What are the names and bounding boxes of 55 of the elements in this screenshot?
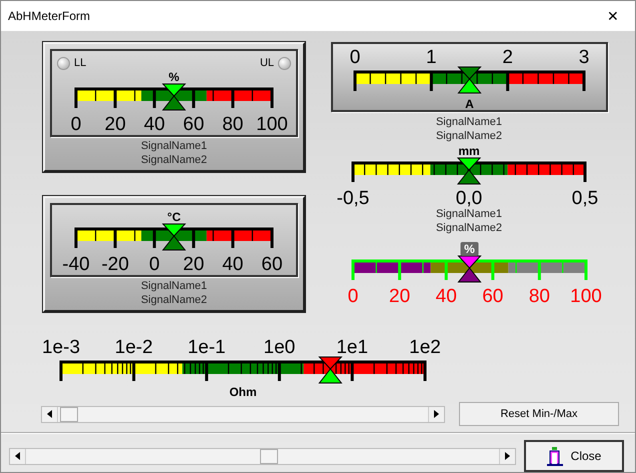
scale-label: 100 bbox=[570, 286, 602, 307]
unit-label: °C bbox=[167, 210, 181, 224]
scale-label: 1 bbox=[426, 47, 436, 68]
scale-label: 1e-1 bbox=[188, 337, 226, 358]
scale-label: 3 bbox=[578, 47, 589, 68]
scroll-thumb[interactable] bbox=[60, 406, 78, 422]
scroll-bar[interactable] bbox=[9, 448, 516, 464]
led-label: LL bbox=[74, 56, 86, 71]
scale-label: 0 bbox=[347, 286, 358, 307]
scale-label: 60 bbox=[261, 254, 283, 275]
scale-label: 20 bbox=[183, 254, 204, 275]
scale-label: 20 bbox=[104, 114, 126, 135]
signal-name: SignalName2 bbox=[140, 153, 208, 167]
scale-label: 0 bbox=[149, 254, 160, 275]
scale-label: 20 bbox=[388, 286, 410, 307]
scale-label: 60 bbox=[183, 114, 204, 135]
scale-label: 2 bbox=[502, 47, 512, 68]
unit-label: Ohm bbox=[229, 385, 257, 399]
window-title: AbHMeterForm bbox=[8, 8, 90, 25]
scale-label: 80 bbox=[222, 114, 244, 135]
unit-label: A bbox=[464, 97, 474, 111]
scale-label: 1e-3 bbox=[42, 337, 80, 358]
scale-label: 60 bbox=[482, 286, 503, 307]
scale-label: 100 bbox=[256, 114, 288, 135]
scale-label: 0,0 bbox=[456, 188, 482, 209]
close-button[interactable]: ✕ bbox=[591, 1, 635, 31]
signal-name: SignalName1 bbox=[140, 139, 208, 153]
signal-name: SignalName2 bbox=[436, 221, 502, 235]
close-button[interactable]: Close bbox=[524, 440, 624, 472]
scale-label: 1e1 bbox=[336, 337, 368, 358]
scale-label: 1e-2 bbox=[114, 337, 153, 358]
signal-name: SignalName2 bbox=[140, 293, 208, 307]
signal-name: SignalName1 bbox=[140, 279, 208, 293]
scale-label: -40 bbox=[62, 254, 90, 275]
scroll-bar[interactable] bbox=[41, 406, 445, 422]
led-label: UL bbox=[260, 56, 274, 71]
scale-label: 40 bbox=[435, 286, 456, 307]
signal-name: SignalName2 bbox=[436, 129, 502, 143]
scale-label: 0,5 bbox=[572, 188, 598, 209]
unit-label: % bbox=[460, 242, 478, 256]
scale-label: 40 bbox=[222, 254, 244, 275]
scale-label: 80 bbox=[528, 286, 550, 307]
signal-name: SignalName1 bbox=[436, 207, 502, 221]
scale-label: -20 bbox=[101, 254, 129, 275]
unit-label: mm bbox=[458, 144, 480, 158]
scale-label: 1e2 bbox=[409, 337, 441, 358]
scale-label: -0,5 bbox=[336, 188, 370, 209]
unit-label: % bbox=[168, 70, 180, 84]
scale-label: 1e0 bbox=[264, 337, 296, 358]
scale-label: 40 bbox=[144, 114, 165, 135]
scale-label: 0 bbox=[70, 114, 82, 135]
scroll-thumb[interactable] bbox=[260, 448, 278, 464]
signal-name: SignalName1 bbox=[436, 115, 502, 129]
reset-button[interactable]: Reset Min-/Max bbox=[459, 402, 619, 426]
scale-label: 0 bbox=[349, 47, 360, 68]
